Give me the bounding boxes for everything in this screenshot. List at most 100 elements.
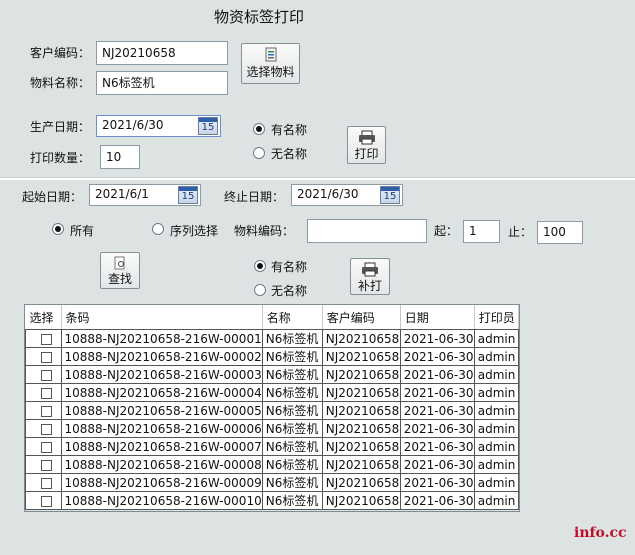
row-select-cell[interactable]: [25, 347, 62, 366]
reprint-button[interactable]: 补打: [350, 258, 390, 295]
named-radio[interactable]: [253, 123, 265, 135]
barcode-cell: 10888-NJ20210658-216W-00003: [60, 365, 263, 384]
table-row[interactable]: 10888-NJ20210658-216W-00006 N6标签机 NJ2021…: [25, 419, 520, 438]
select-material-label: 选择物料: [246, 65, 295, 79]
print-button[interactable]: 打印: [347, 126, 386, 164]
unnamed-radio[interactable]: [253, 147, 265, 159]
end-date-picker[interactable]: 2021/6/30 15: [291, 184, 403, 206]
customer-cell: NJ20210658: [321, 329, 401, 348]
row-checkbox[interactable]: [41, 477, 52, 489]
print-qty-input[interactable]: 10: [100, 145, 140, 169]
printer-icon: [358, 130, 375, 145]
row-select-cell[interactable]: [25, 365, 62, 384]
named-radio-label: 有名称: [271, 123, 308, 137]
row-checkbox[interactable]: [41, 387, 52, 399]
start-date-value: 2021/6/1: [95, 187, 149, 201]
name-cell: N6标签机: [261, 365, 323, 384]
row-select-cell[interactable]: [25, 437, 62, 456]
calendar-icon[interactable]: 15: [198, 117, 218, 135]
column-header-barcode[interactable]: 条码: [61, 305, 263, 330]
name-cell: N6标签机: [261, 329, 323, 348]
table-row[interactable]: 10888-NJ20210658-216W-00010 N6标签机 NJ2021…: [25, 491, 520, 510]
column-header-operator[interactable]: 打印员: [474, 305, 520, 330]
row-checkbox[interactable]: [41, 369, 52, 381]
customer-cell: NJ20210658: [321, 365, 401, 384]
column-header-customer[interactable]: 客户编码: [322, 305, 401, 330]
barcode-cell: 10888-NJ20210658-216W-00004: [60, 383, 263, 402]
barcode-cell: 10888-NJ20210658-216W-00002: [60, 347, 263, 366]
operator-cell: admin: [473, 365, 520, 384]
customer-code-input[interactable]: NJ20210658: [96, 41, 228, 65]
row-checkbox[interactable]: [41, 441, 52, 453]
production-date-picker[interactable]: 2021/6/30 15: [96, 115, 221, 137]
name-cell: N6标签机: [261, 455, 323, 474]
row-checkbox[interactable]: [41, 333, 52, 345]
material-list-icon: [265, 47, 276, 62]
table-row[interactable]: 10888-NJ20210658-216W-00008 N6标签机 NJ2021…: [25, 455, 520, 474]
to-input[interactable]: 100: [537, 221, 583, 244]
table-row[interactable]: 10888-NJ20210658-216W-00007 N6标签机 NJ2021…: [25, 437, 520, 456]
column-header-select[interactable]: 选择: [25, 305, 62, 330]
row-checkbox[interactable]: [41, 351, 52, 363]
query-named-radio[interactable]: [254, 260, 266, 272]
table-row[interactable]: 10888-NJ20210658-216W-00003 N6标签机 NJ2021…: [25, 365, 520, 384]
calendar-icon[interactable]: 15: [380, 186, 400, 204]
row-checkbox[interactable]: [41, 459, 52, 471]
label-grid: 选择 条码 名称 客户编码 日期 打印员 10888-NJ20210658-21…: [25, 305, 520, 510]
row-select-cell[interactable]: [25, 401, 62, 420]
query-unnamed-radio-label: 无名称: [271, 284, 308, 298]
row-checkbox[interactable]: [41, 423, 52, 435]
barcode-cell: 10888-NJ20210658-216W-00006: [60, 419, 263, 438]
material-code-input[interactable]: [307, 219, 427, 243]
table-row[interactable]: 10888-NJ20210658-216W-00002 N6标签机 NJ2021…: [25, 347, 520, 366]
customer-cell: NJ20210658: [321, 473, 401, 492]
name-cell: N6标签机: [261, 437, 323, 456]
search-button-label: 查找: [107, 272, 132, 286]
column-header-date[interactable]: 日期: [400, 305, 475, 330]
query-unnamed-radio[interactable]: [254, 284, 266, 296]
from-label: 起：: [434, 224, 459, 238]
select-material-button[interactable]: 选择物料: [241, 43, 300, 84]
date-cell: 2021-06-30: [399, 329, 475, 348]
query-named-radio-label: 有名称: [271, 260, 308, 274]
row-select-cell[interactable]: [25, 329, 62, 348]
search-button[interactable]: 查找: [100, 252, 140, 289]
start-date-label: 起始日期：: [22, 190, 83, 204]
name-cell: N6标签机: [261, 419, 323, 438]
production-date-value: 2021/6/30: [102, 118, 164, 132]
row-checkbox[interactable]: [41, 405, 52, 417]
table-row[interactable]: 10888-NJ20210658-216W-00001 N6标签机 NJ2021…: [25, 329, 520, 348]
row-select-cell[interactable]: [25, 383, 62, 402]
table-row[interactable]: 10888-NJ20210658-216W-00004 N6标签机 NJ2021…: [25, 383, 520, 402]
column-header-name[interactable]: 名称: [262, 305, 323, 330]
calendar-icon[interactable]: 15: [178, 186, 198, 204]
sequence-radio-label: 序列选择: [170, 224, 219, 238]
table-row[interactable]: 10888-NJ20210658-216W-00009 N6标签机 NJ2021…: [25, 473, 520, 492]
table-row[interactable]: 10888-NJ20210658-216W-00005 N6标签机 NJ2021…: [25, 401, 520, 420]
date-cell: 2021-06-30: [399, 437, 475, 456]
name-cell: N6标签机: [261, 401, 323, 420]
operator-cell: admin: [473, 437, 520, 456]
date-cell: 2021-06-30: [399, 347, 475, 366]
customer-code-label: 客户编码：: [30, 46, 91, 60]
date-cell: 2021-06-30: [399, 365, 475, 384]
row-select-cell[interactable]: [25, 455, 62, 474]
section-divider: [0, 177, 635, 180]
row-select-cell[interactable]: [25, 491, 62, 510]
operator-cell: admin: [473, 401, 520, 420]
sequence-radio[interactable]: [152, 223, 164, 235]
page-title: 物资标签打印: [214, 8, 305, 26]
customer-cell: NJ20210658: [321, 437, 401, 456]
all-radio[interactable]: [52, 223, 64, 235]
material-name-input[interactable]: N6标签机: [96, 71, 228, 95]
start-date-picker[interactable]: 2021/6/1 15: [89, 184, 201, 206]
customer-cell: NJ20210658: [321, 491, 401, 510]
document-search-icon: [114, 256, 125, 270]
row-checkbox[interactable]: [41, 495, 52, 507]
row-select-cell[interactable]: [25, 473, 62, 492]
row-select-cell[interactable]: [25, 419, 62, 438]
from-input[interactable]: 1: [463, 220, 500, 243]
date-cell: 2021-06-30: [399, 419, 475, 438]
barcode-cell: 10888-NJ20210658-216W-00010: [60, 491, 263, 510]
production-date-label: 生产日期：: [30, 120, 91, 134]
